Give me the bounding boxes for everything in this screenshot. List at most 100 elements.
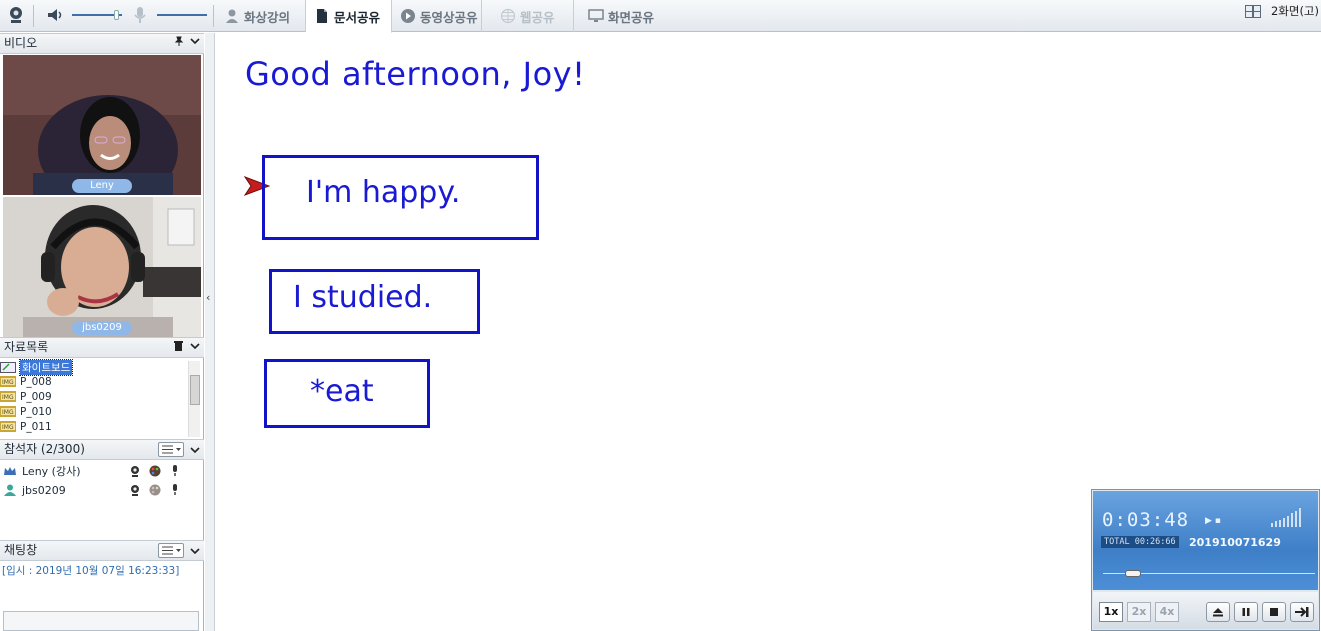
image-file-icon: IMG [0, 421, 16, 432]
speed-2x-button[interactable]: 2x [1127, 602, 1151, 622]
seek-knob[interactable] [1124, 570, 1141, 577]
user-icon [4, 484, 16, 496]
stop-button[interactable] [1262, 602, 1286, 622]
top-toolbar: 화상강의 문서공유 동영상공유 웹공유 화면공유 2화면(고) [0, 0, 1321, 33]
whiteboard-icon [0, 362, 16, 373]
svg-text:IMG: IMG [2, 379, 14, 386]
microphone-icon[interactable] [130, 5, 150, 25]
tab-label: 화상강의 [244, 9, 291, 25]
image-file-icon: IMG [0, 406, 16, 417]
text-box-label: I studied. [293, 280, 433, 315]
scrollbar-thumb[interactable] [190, 375, 200, 405]
exit-icon [1295, 607, 1309, 617]
document-icon [317, 9, 327, 23]
tab-web-share[interactable]: 웹공유 [482, 0, 574, 32]
chevron-down-icon[interactable] [190, 342, 200, 350]
list-item[interactable]: IMG P_008 [0, 374, 52, 389]
tab-video-lecture[interactable]: 화상강의 [216, 0, 306, 32]
palette-icon[interactable] [149, 465, 161, 477]
screen-mode-label: 2화면(고) [1270, 4, 1319, 18]
text-box[interactable]: I studied. [269, 269, 480, 334]
list-item[interactable]: IMG P_010 [0, 404, 52, 419]
stop-icon [1270, 608, 1278, 616]
screen-mode-selector[interactable]: 2화면(고) [1244, 3, 1319, 19]
person-icon [226, 9, 238, 23]
file-list: 화이트보드 IMG P_008 IMG P_009 IMG P_010 IMG … [0, 359, 204, 439]
speaker-icon[interactable] [45, 5, 65, 25]
video-feed-student: jbs0209 [3, 197, 201, 337]
text-box[interactable]: *eat [264, 359, 430, 428]
volume-slider-knob[interactable] [114, 10, 119, 20]
chevron-down-icon[interactable] [190, 37, 200, 45]
participant-row[interactable]: Leny (강사) [3, 462, 199, 480]
files-panel-title: 자료목록 [4, 340, 49, 354]
tab-video-share[interactable]: 동영상공유 [392, 0, 482, 32]
equalizer-icon [1271, 508, 1301, 527]
trash-icon[interactable] [173, 340, 184, 351]
crown-icon [4, 467, 16, 475]
svg-text:IMG: IMG [2, 424, 14, 431]
tab-screen-share[interactable]: 화면공유 [574, 0, 664, 32]
file-list-scrollbar[interactable] [188, 361, 200, 437]
participants-panel-title: 참석자 (2/300) [4, 442, 85, 456]
eject-button[interactable] [1206, 602, 1230, 622]
video-panel-header: 비디오 [0, 33, 204, 54]
speed-1x-button[interactable]: 1x [1099, 602, 1123, 622]
image-file-icon: IMG [0, 391, 16, 402]
globe-icon [500, 8, 516, 24]
text-box-label: I'm happy. [306, 175, 461, 210]
palette-icon[interactable] [149, 484, 161, 496]
participants-menu-button[interactable] [158, 442, 184, 457]
list-item[interactable]: IMG P_009 [0, 389, 52, 404]
play-state-icon: ▶ ▪ [1205, 516, 1221, 526]
layout-grid-icon [1244, 4, 1261, 18]
video-name-tag: jbs0209 [72, 321, 132, 335]
tab-document-share[interactable]: 문서공유 [306, 0, 392, 33]
player-controls: 1x 2x 4x [1093, 592, 1318, 629]
tab-label: 문서공유 [334, 9, 381, 25]
text-box[interactable]: I'm happy. [262, 155, 539, 240]
chat-panel-header: 채팅창 [0, 540, 204, 561]
pause-button[interactable] [1234, 602, 1258, 622]
webcam-icon[interactable] [6, 5, 26, 25]
exit-player-button[interactable] [1290, 602, 1314, 622]
playback-player: 0:03:48 ▶ ▪ TOTAL 00:26:66 201910071629 … [1091, 489, 1320, 631]
play-circle-icon [401, 9, 415, 23]
text-box-label: *eat [310, 374, 374, 409]
chat-panel-title: 채팅창 [4, 543, 38, 557]
video-feed-teacher: Leny [3, 55, 201, 195]
pin-icon[interactable] [174, 36, 184, 46]
tab-label: 동영상공유 [420, 9, 478, 25]
chevron-left-icon[interactable]: ‹ [206, 291, 210, 304]
total-duration: TOTAL 00:26:66 [1101, 536, 1179, 548]
list-item[interactable]: IMG P_011 [0, 419, 52, 434]
monitor-icon [588, 9, 604, 22]
svg-text:IMG: IMG [2, 409, 14, 416]
webcam-icon[interactable] [129, 465, 141, 477]
microphone-icon[interactable] [169, 484, 181, 496]
mic-slider[interactable] [157, 14, 207, 16]
files-panel-header: 자료목록 [0, 337, 204, 358]
webcam-icon[interactable] [129, 484, 141, 496]
participant-row[interactable]: jbs0209 [3, 481, 199, 499]
recording-id: 201910071629 [1189, 536, 1281, 549]
speed-4x-button[interactable]: 4x [1155, 602, 1179, 622]
image-file-icon: IMG [0, 376, 16, 387]
chevron-down-icon[interactable] [190, 446, 200, 454]
eject-icon [1213, 608, 1223, 617]
teacher-video-image [3, 55, 201, 195]
chat-menu-button[interactable] [158, 543, 184, 558]
microphone-icon[interactable] [169, 465, 181, 477]
panel-collapse-handle[interactable]: ‹ [205, 33, 215, 631]
list-menu-icon [162, 546, 181, 555]
svg-text:IMG: IMG [2, 394, 14, 401]
current-time: 0:03:48 [1102, 509, 1190, 531]
chevron-down-icon[interactable] [190, 547, 200, 555]
list-menu-icon [162, 445, 181, 454]
list-item[interactable]: 화이트보드 [0, 359, 74, 376]
chat-input[interactable] [3, 611, 199, 631]
left-panel: 비디오 Leny jbs0209 자료목록 화이트보드 IMG P_008 IM… [0, 33, 204, 631]
player-display: 0:03:48 ▶ ▪ TOTAL 00:26:66 201910071629 [1093, 491, 1318, 590]
tab-label: 웹공유 [520, 9, 555, 25]
whiteboard-greeting: Good afternoon, Joy! [245, 55, 586, 93]
